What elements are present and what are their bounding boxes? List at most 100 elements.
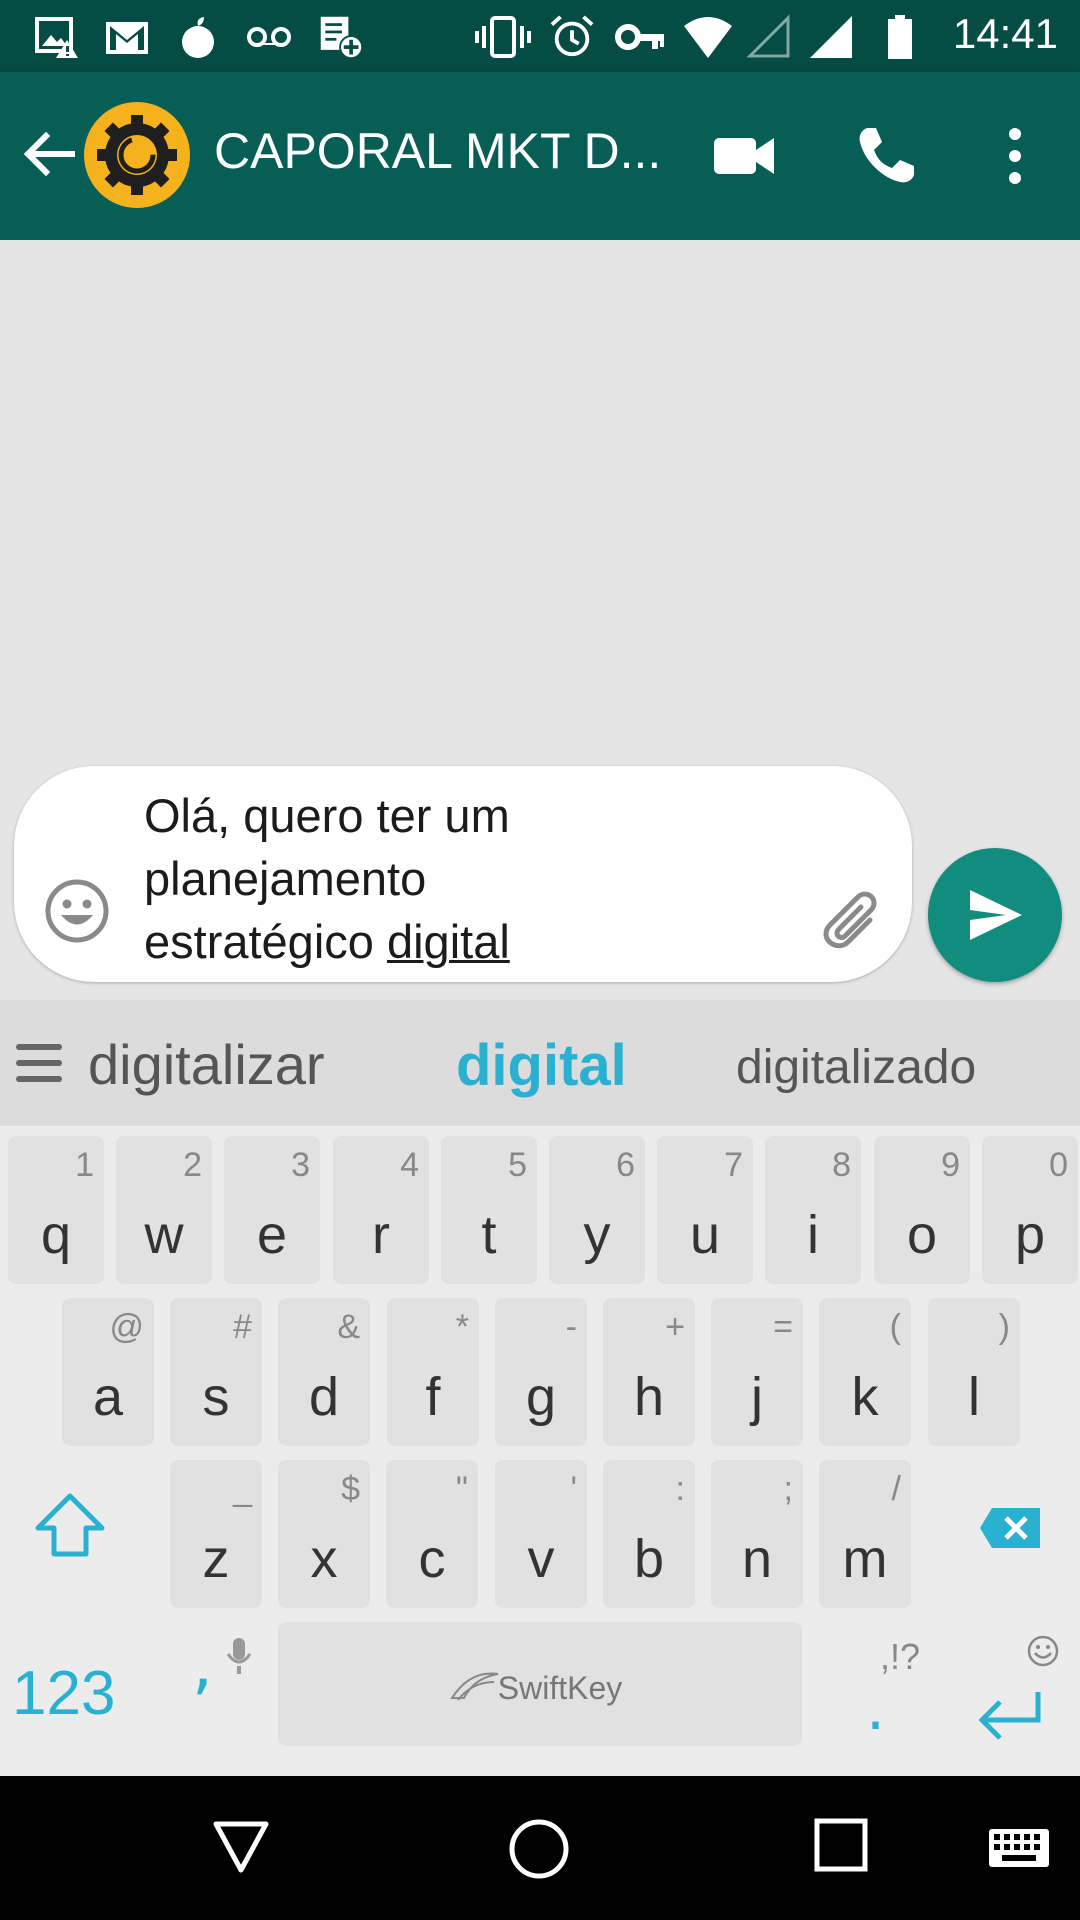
key-secondary-label: ) — [998, 1308, 1010, 1346]
key-secondary-label: + — [665, 1308, 685, 1346]
image-warning-icon — [35, 17, 78, 58]
key-label: h — [633, 1367, 665, 1427]
key-x[interactable]: $ x — [278, 1460, 370, 1608]
key-label: m — [842, 1529, 888, 1589]
key-g[interactable]: -g — [495, 1298, 587, 1446]
shift-icon[interactable] — [34, 1492, 106, 1558]
key-l[interactable]: ) l — [928, 1298, 1020, 1446]
contact-name[interactable]: CAPORAL MKT D... — [214, 122, 674, 180]
key-label: u — [689, 1205, 721, 1265]
key-label: x — [310, 1529, 338, 1589]
key-t[interactable]: 5t — [441, 1136, 537, 1284]
smiley-secondary-icon — [1027, 1635, 1059, 1667]
key-label: o — [906, 1205, 938, 1265]
recents-square-icon[interactable] — [814, 1818, 868, 1872]
key-label: e — [256, 1205, 288, 1265]
back-triangle-icon[interactable] — [212, 1818, 270, 1876]
key-z[interactable]: _ z — [170, 1460, 262, 1608]
suggestion-center[interactable]: digital — [456, 1032, 627, 1099]
key-e[interactable]: 3e — [224, 1136, 320, 1284]
key-secondary-label: = — [773, 1308, 793, 1346]
message-compose-box[interactable]: Olá, quero ter um planejamento estratégi… — [14, 766, 912, 982]
key-label: y — [583, 1205, 611, 1265]
key-secondary-label: - — [565, 1308, 577, 1346]
key-j[interactable]: = j — [711, 1298, 803, 1446]
paperclip-icon[interactable] — [814, 882, 884, 952]
chat-header: CAPORAL MKT D... — [0, 72, 1080, 240]
key-label: f — [425, 1367, 441, 1427]
key-d[interactable]: & d — [278, 1298, 370, 1446]
key-secondary-label: 0 — [1049, 1146, 1068, 1184]
home-circle-icon[interactable] — [508, 1818, 570, 1880]
key-u[interactable]: 7u — [657, 1136, 753, 1284]
key-label: i — [807, 1205, 819, 1265]
key-r[interactable]: 4r — [333, 1136, 429, 1284]
key-f[interactable]: * f — [387, 1298, 479, 1446]
microphone-icon — [226, 1638, 252, 1674]
gmail-icon — [106, 22, 148, 54]
key-label: g — [525, 1367, 557, 1427]
key-m[interactable]: / m — [819, 1460, 911, 1608]
key-secondary-label: @ — [109, 1308, 144, 1346]
key-label: v — [527, 1529, 555, 1589]
key-secondary-label: : — [675, 1470, 685, 1508]
system-nav-bar — [0, 1776, 1080, 1920]
phone-icon[interactable] — [854, 124, 918, 188]
send-button[interactable] — [928, 848, 1062, 982]
signal-empty-icon — [746, 14, 790, 58]
key-secondary-label: # — [233, 1308, 252, 1346]
contact-avatar[interactable] — [84, 102, 190, 208]
key-secondary-label: 7 — [724, 1146, 743, 1184]
backspace-icon[interactable] — [978, 1506, 1042, 1550]
key-secondary-label: * — [455, 1308, 469, 1346]
signal-icon — [810, 16, 852, 58]
key-n[interactable]: ; n — [711, 1460, 803, 1608]
key-label: n — [741, 1529, 773, 1589]
key-label: l — [968, 1367, 980, 1427]
key-a[interactable]: @ a — [62, 1298, 154, 1446]
video-call-icon[interactable] — [712, 124, 776, 188]
key-k[interactable]: (k — [819, 1298, 911, 1446]
key-q[interactable]: 1q — [8, 1136, 104, 1284]
numbers-key[interactable]: 123 — [12, 1658, 115, 1729]
key-p[interactable]: 0p — [982, 1136, 1078, 1284]
suggestion-right[interactable]: digitalizado — [736, 1040, 976, 1095]
key-h[interactable]: + h — [603, 1298, 695, 1446]
key-label: d — [308, 1367, 340, 1427]
key-o[interactable]: 9o — [874, 1136, 970, 1284]
key-secondary-label: " — [455, 1470, 468, 1508]
keyboard-icon[interactable] — [988, 1828, 1050, 1868]
key-secondary-label: 8 — [832, 1146, 851, 1184]
key-w[interactable]: 2w — [116, 1136, 212, 1284]
key-i[interactable]: 8i — [765, 1136, 861, 1284]
period-key[interactable]: . — [866, 1674, 885, 1744]
comma-key[interactable]: , — [192, 1626, 213, 1703]
key-secondary-label: 1 — [75, 1146, 94, 1184]
space-bar[interactable]: SwiftKey — [278, 1622, 802, 1746]
key-label: r — [372, 1205, 390, 1265]
key-b[interactable]: :b — [603, 1460, 695, 1608]
suggestion-left[interactable]: digitalizar — [88, 1032, 325, 1097]
key-label: w — [144, 1205, 184, 1265]
back-arrow-icon[interactable] — [20, 124, 80, 184]
key-label: b — [633, 1529, 665, 1589]
key-s[interactable]: # s — [170, 1298, 262, 1446]
key-y[interactable]: 6y — [549, 1136, 645, 1284]
emoji-icon[interactable] — [44, 878, 110, 944]
key-label: z — [202, 1529, 230, 1589]
suggestion-bar: digitalizar digital digitalizado — [0, 1000, 1080, 1126]
key-v[interactable]: ' v — [495, 1460, 587, 1608]
key-secondary-label: 4 — [400, 1146, 419, 1184]
key-secondary-label: _ — [233, 1470, 252, 1508]
key-c[interactable]: " c — [386, 1460, 478, 1608]
key-secondary-label: $ — [341, 1470, 360, 1508]
key-label: p — [1014, 1205, 1046, 1265]
hamburger-menu-icon[interactable] — [16, 1040, 62, 1086]
enter-icon[interactable] — [976, 1690, 1044, 1742]
alarm-icon — [550, 15, 594, 57]
message-input[interactable]: Olá, quero ter um planejamento estratégi… — [144, 784, 664, 973]
key-label: j — [751, 1367, 763, 1427]
more-vert-icon[interactable] — [1000, 124, 1030, 188]
key-secondary-label: / — [891, 1470, 901, 1508]
swiftkey-keyboard: 1 q 2 w 3 e 4 r 5 t 6 y 7 u 8 i 9 o 0 p @ a # s & d * f - g + h = j(k) l _ z… — [0, 1126, 1080, 1776]
